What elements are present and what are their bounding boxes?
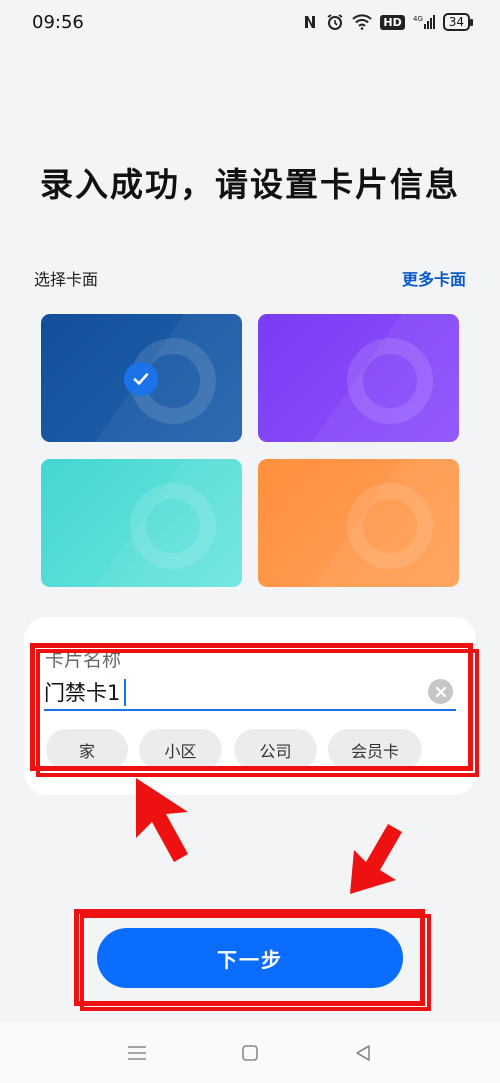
card-face-teal[interactable]	[41, 459, 242, 587]
card-face-orange[interactable]	[258, 459, 459, 587]
system-navigation-bar	[0, 1022, 500, 1083]
card-face-blue[interactable]	[41, 314, 242, 442]
page-title: 录入成功，请设置卡片信息	[40, 165, 460, 204]
svg-text:4G: 4G	[413, 15, 423, 23]
wifi-icon	[352, 14, 373, 30]
next-step-button[interactable]: 下一步	[97, 928, 403, 988]
selected-check-icon	[124, 362, 158, 396]
annotation-arrow-down	[350, 824, 402, 894]
card-key-decoration	[130, 483, 216, 569]
card-key-decoration	[347, 483, 433, 569]
status-icons: HD 4G 34	[302, 13, 474, 31]
menu-icon[interactable]	[117, 1033, 157, 1073]
status-time: 09:56	[32, 11, 84, 33]
card-key-decoration	[347, 338, 433, 424]
hd-badge: HD	[380, 14, 405, 30]
back-icon[interactable]	[343, 1033, 383, 1073]
annotation-arrow-up	[136, 778, 188, 862]
more-card-faces-link[interactable]: 更多卡面	[402, 266, 466, 290]
battery-indicator: 34	[442, 13, 474, 31]
highlight-box	[30, 643, 473, 771]
home-icon[interactable]	[230, 1033, 270, 1073]
nfc-icon	[302, 14, 318, 30]
status-bar: 09:56 HD 4G 34	[0, 0, 500, 44]
card-section-label: 选择卡面	[34, 270, 99, 289]
card-face-purple[interactable]	[258, 314, 459, 442]
signal-icon: 4G	[413, 14, 435, 30]
alarm-icon	[326, 13, 344, 31]
